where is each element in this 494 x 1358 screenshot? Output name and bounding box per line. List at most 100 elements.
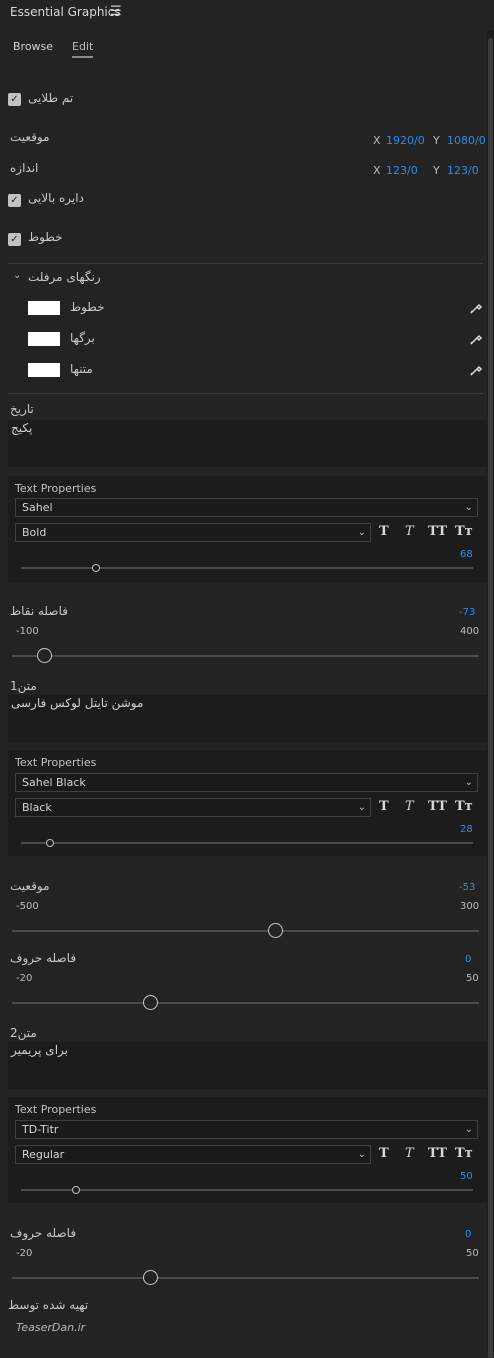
faux-bold-button[interactable]: T	[379, 1146, 389, 1161]
faux-italic-button[interactable]: T	[405, 524, 414, 539]
small-caps-button[interactable]: Tт	[455, 799, 473, 814]
chevron-down-icon: ⌄	[464, 777, 473, 788]
color-swatch-texts[interactable]	[28, 363, 60, 377]
font-family-value: TD-Titr	[22, 1123, 59, 1136]
font-size-value[interactable]: 50	[460, 1171, 473, 1182]
small-caps-button[interactable]: Tт	[455, 524, 473, 539]
letter-spacing2-min: -20	[16, 1248, 33, 1259]
position2-slider-knob[interactable]	[268, 923, 283, 938]
chevron-down-icon: ⌄	[357, 802, 366, 813]
font-style-value: Regular	[22, 1148, 65, 1161]
tab-edit[interactable]: Edit	[72, 40, 94, 58]
text-properties-title: Text Properties	[15, 1103, 97, 1116]
color-swatch-leaves[interactable]	[28, 332, 60, 346]
text1-input[interactable]: موشن تایتل لوکس فارسی	[8, 695, 487, 742]
dot-spacing-label: فاصله نقاط	[10, 604, 68, 618]
letter-spacing1-min: -20	[16, 973, 33, 984]
position2-max: 300	[460, 901, 480, 912]
position-label: موقعیت	[10, 130, 50, 144]
date-text-input[interactable]: پکیج	[8, 420, 487, 467]
eyedropper-icon[interactable]	[469, 301, 483, 315]
color-label-leaves: برگها	[70, 331, 95, 345]
text-properties-panel: Text Properties Sahel Black ⌄ Black ⌄ T …	[8, 750, 487, 856]
faux-italic-button[interactable]: T	[405, 1146, 414, 1161]
letter-spacing2-value[interactable]: 0	[465, 1229, 471, 1240]
font-family-select[interactable]: Sahel ⌄	[15, 498, 478, 517]
top-circle-checkbox[interactable]: ✓	[8, 194, 21, 207]
all-caps-button[interactable]: TT	[428, 1146, 447, 1161]
dot-spacing-slider-track[interactable]	[12, 655, 479, 657]
faux-bold-button[interactable]: T	[379, 799, 389, 814]
font-size-value[interactable]: 28	[460, 824, 473, 835]
position2-min: -500	[16, 901, 39, 912]
panel-title: Essential Graphics	[10, 5, 121, 19]
position-x-label: X	[373, 134, 381, 147]
date-label: تاریخ	[10, 402, 34, 416]
position-y-label: Y	[433, 134, 440, 147]
top-circle-label: دایره بالایی	[28, 191, 84, 205]
divider	[8, 393, 483, 394]
font-family-value: Sahel Black	[22, 776, 86, 789]
size-x-value[interactable]: 123/0	[386, 164, 418, 177]
scrollbar-thumb[interactable]	[488, 38, 493, 1358]
panel-menu-icon[interactable]: ☰	[110, 4, 122, 19]
font-style-value: Black	[22, 801, 52, 814]
eyedropper-icon[interactable]	[469, 332, 483, 346]
chevron-down-icon: ⌄	[357, 1149, 366, 1160]
font-style-value: Bold	[22, 526, 47, 539]
text-properties-panel: Text Properties TD-Titr ⌄ Regular ⌄ T T …	[8, 1097, 487, 1203]
font-size-slider-track[interactable]	[21, 842, 473, 844]
small-caps-button[interactable]: Tт	[455, 1146, 473, 1161]
font-size-value[interactable]: 68	[460, 549, 473, 560]
tab-browse[interactable]: Browse	[13, 40, 53, 53]
text2-input[interactable]: برای پریمیر	[8, 1042, 487, 1089]
letter-spacing1-value[interactable]: 0	[465, 954, 471, 965]
color-label-lines: خطوط	[70, 300, 105, 314]
font-style-select[interactable]: Black ⌄	[15, 798, 371, 817]
font-style-select[interactable]: Bold ⌄	[15, 523, 371, 542]
font-family-select[interactable]: TD-Titr ⌄	[15, 1120, 478, 1139]
position2-label: موقعیت	[10, 879, 50, 893]
color-label-texts: متنها	[70, 362, 93, 376]
dot-spacing-value[interactable]: -73	[459, 607, 475, 618]
faux-bold-button[interactable]: T	[379, 524, 389, 539]
letter-spacing1-slider-knob[interactable]	[143, 995, 158, 1010]
dot-spacing-slider-knob[interactable]	[37, 648, 52, 663]
text-properties-title: Text Properties	[15, 756, 97, 769]
color-swatch-lines[interactable]	[28, 301, 60, 315]
faux-italic-button[interactable]: T	[405, 799, 414, 814]
position-x-value[interactable]: 1920/0	[386, 134, 425, 147]
font-family-select[interactable]: Sahel Black ⌄	[15, 773, 478, 792]
gold-theme-checkbox[interactable]: ✓	[8, 93, 21, 106]
text-properties-title: Text Properties	[15, 482, 97, 495]
font-size-slider-track[interactable]	[21, 567, 473, 569]
gold-theme-label: تم طلایی	[28, 91, 74, 105]
size-y-value[interactable]: 123/0	[447, 164, 479, 177]
lines-checkbox[interactable]: ✓	[8, 233, 21, 246]
all-caps-button[interactable]: TT	[428, 524, 447, 539]
letter-spacing1-slider-track[interactable]	[12, 1002, 479, 1004]
font-size-slider-knob[interactable]	[72, 1186, 80, 1194]
position2-value[interactable]: -53	[459, 882, 475, 893]
position-y-value[interactable]: 1080/0	[447, 134, 486, 147]
letter-spacing2-slider-knob[interactable]	[143, 1270, 158, 1285]
chevron-down-icon[interactable]: ⌄	[13, 270, 21, 281]
dot-spacing-max: 400	[460, 626, 480, 637]
font-size-slider-knob[interactable]	[92, 564, 100, 572]
font-size-slider-knob[interactable]	[46, 839, 54, 847]
font-style-select[interactable]: Regular ⌄	[15, 1145, 371, 1164]
dot-spacing-min: -100	[16, 626, 39, 637]
size-label: اندازه	[10, 161, 39, 175]
all-caps-button[interactable]: TT	[428, 799, 447, 814]
letter-spacing1-label: فاصله حروف	[10, 951, 77, 965]
letter-spacing2-slider-track[interactable]	[12, 1277, 479, 1279]
eyedropper-icon[interactable]	[469, 363, 483, 377]
colors-group-label[interactable]: رنگهای مرفلت	[28, 270, 101, 284]
credit-text: TeaserDan.ir	[16, 1321, 86, 1334]
size-y-label: Y	[433, 164, 440, 177]
position2-slider-track[interactable]	[12, 930, 479, 932]
chevron-down-icon: ⌄	[464, 1124, 473, 1135]
font-size-slider-track[interactable]	[21, 1189, 473, 1191]
credit-label: تهیه شده توسط	[8, 1298, 89, 1312]
letter-spacing2-label: فاصله حروف	[10, 1226, 77, 1240]
